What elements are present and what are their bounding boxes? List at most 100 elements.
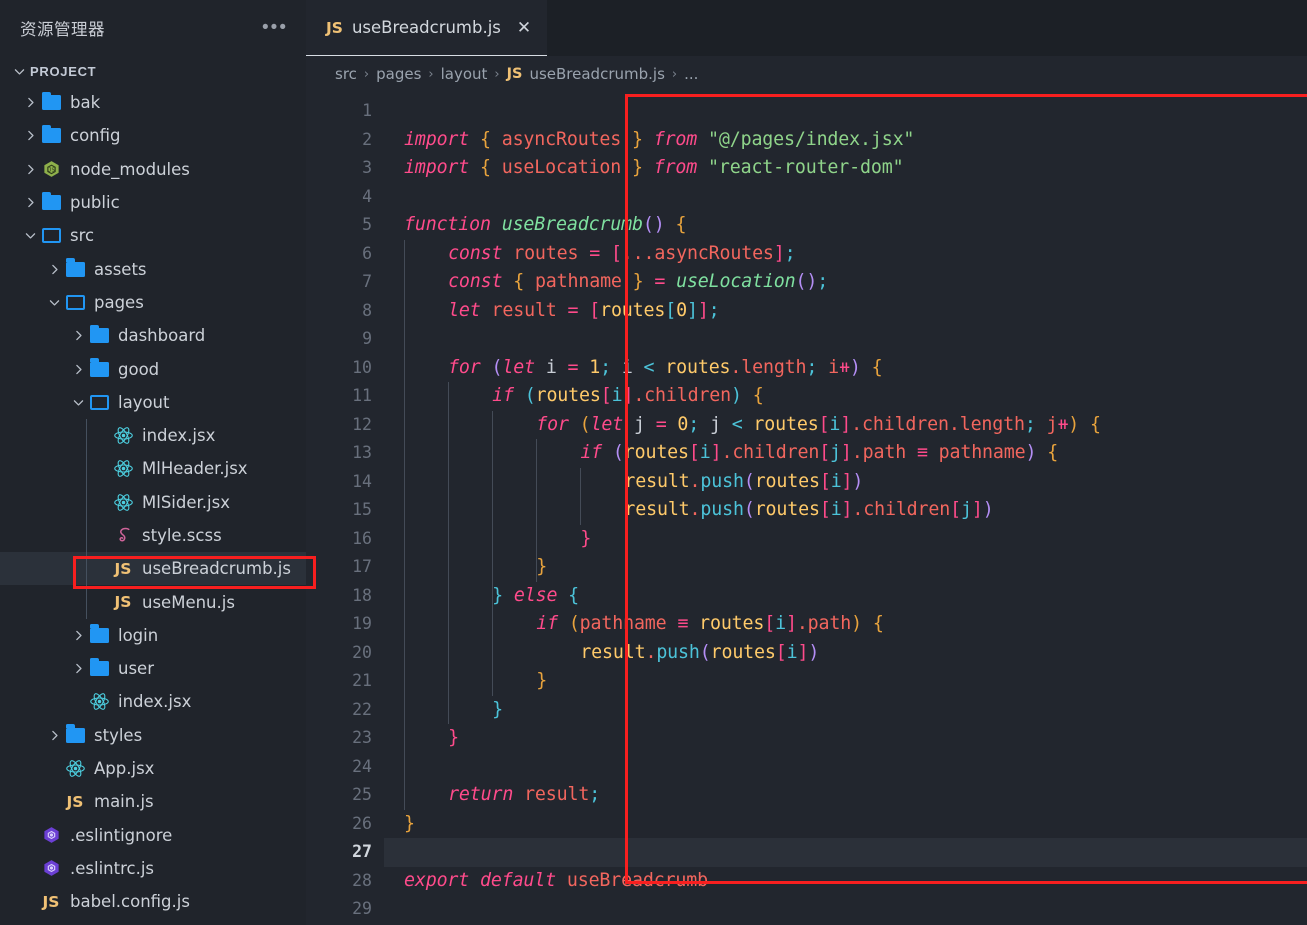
tree-item-style-scss[interactable]: style.scss: [0, 519, 306, 552]
tree-item-label: src: [70, 226, 95, 246]
file-tree: bak config JS node_modules public src assets pa…: [0, 86, 306, 925]
react-icon: [113, 460, 133, 478]
tree-item-node-modules[interactable]: JS node_modules: [0, 153, 306, 186]
code-line[interactable]: }: [404, 810, 415, 839]
breadcrumb-item-src[interactable]: src: [335, 65, 357, 83]
code-line[interactable]: }: [492, 696, 503, 725]
tree-item-layout[interactable]: layout: [0, 386, 306, 419]
chevron-right-icon[interactable]: [20, 96, 40, 109]
code-line[interactable]: function useBreadcrumb() {: [404, 211, 686, 240]
node-modules-icon: JS: [40, 158, 62, 180]
breadcrumb-item-pages[interactable]: pages: [376, 65, 421, 83]
line-number: 6: [362, 243, 372, 263]
chevron-right-icon[interactable]: [68, 662, 88, 675]
tree-item-index-jsx[interactable]: index.jsx: [0, 685, 306, 718]
line-number: 14: [352, 471, 372, 491]
js-file-icon: JS: [326, 18, 343, 37]
code-content[interactable]: import { asyncRoutes } from "@/pages/ind…: [384, 92, 1307, 925]
tree-item-label: main.js: [94, 792, 154, 812]
tree-item-mlheader-jsx[interactable]: MlHeader.jsx: [0, 452, 306, 485]
chevron-down-icon[interactable]: [44, 296, 64, 309]
code-line[interactable]: return result;: [448, 781, 600, 810]
tree-item-app-jsx[interactable]: App.jsx: [0, 752, 306, 785]
line-number: 8: [362, 300, 372, 320]
eslint-icon: [43, 827, 59, 844]
eslint-icon: [40, 824, 62, 846]
tree-item-config[interactable]: config: [0, 119, 306, 152]
code-line[interactable]: if (routes[i].children) {: [492, 382, 764, 411]
tree-item-babel-config-js[interactable]: JS babel.config.js: [0, 885, 306, 918]
code-line[interactable]: for (let j = 0; j < routes[i].children.l…: [536, 411, 1101, 440]
tree-item-pages[interactable]: pages: [0, 286, 306, 319]
code-line[interactable]: }: [448, 724, 459, 753]
chevron-right-icon[interactable]: [20, 129, 40, 142]
tree-item-mlsider-jsx[interactable]: MlSider.jsx: [0, 486, 306, 519]
chevron-down-icon[interactable]: [20, 229, 40, 242]
tree-item-label: dashboard: [118, 326, 206, 346]
chevron-right-icon[interactable]: [44, 263, 64, 276]
tree-item-good[interactable]: good: [0, 352, 306, 385]
js-icon: JS: [112, 558, 134, 580]
tree-item-label: .eslintignore: [70, 825, 173, 845]
tree-item-usemenu-js[interactable]: JS useMenu.js: [0, 585, 306, 618]
code-line[interactable]: export default useBreadcrumb: [404, 867, 708, 896]
code-line[interactable]: result.push(routes[i].children[j]): [624, 496, 993, 525]
react-icon: [88, 691, 110, 713]
chevron-right-icon[interactable]: [20, 196, 40, 209]
breadcrumb-item-layout[interactable]: layout: [441, 65, 488, 83]
code-line[interactable]: result.push(routes[i]): [580, 639, 819, 668]
code-line[interactable]: for (let i = 1; i < routes.length; i⧺) {: [448, 354, 882, 383]
breadcrumb-item-file[interactable]: useBreadcrumb.js: [529, 65, 664, 83]
breadcrumb-overflow[interactable]: ...: [684, 65, 698, 83]
code-editor[interactable]: 1 2 3 4 5 6 7 8 9 10 11 12 13 14 15 16 17 18 19 20 21 22 23 24 2…: [306, 92, 1307, 925]
tree-item-bak[interactable]: bak: [0, 86, 306, 119]
line-number: 15: [352, 500, 372, 519]
tree-item-styles[interactable]: styles: [0, 719, 306, 752]
code-line[interactable]: const routes = [...asyncRoutes];: [448, 240, 796, 269]
explorer-header: 资源管理器 •••: [0, 0, 306, 56]
chevron-right-icon[interactable]: [68, 329, 88, 342]
tree-indent-guide: [86, 419, 87, 619]
chevron-right-icon[interactable]: [44, 729, 64, 742]
tree-item--eslintrc-js[interactable]: .eslintrc.js: [0, 852, 306, 885]
code-line[interactable]: }: [536, 553, 547, 582]
close-icon[interactable]: ✕: [517, 19, 531, 36]
chevron-right-icon[interactable]: [68, 629, 88, 642]
tree-item-index-jsx[interactable]: index.jsx: [0, 419, 306, 452]
code-line[interactable]: }: [580, 525, 591, 554]
chevron-right-icon: ›: [494, 66, 500, 82]
tree-item-public[interactable]: public: [0, 186, 306, 219]
project-section-header[interactable]: PROJECT: [0, 56, 306, 86]
tree-item-label: styles: [94, 725, 143, 745]
tab-usebreadcrumb-js[interactable]: JS useBreadcrumb.js ✕: [306, 0, 548, 56]
tree-item-login[interactable]: login: [0, 619, 306, 652]
code-line[interactable]: result.push(routes[i]): [624, 468, 863, 497]
tree-item-label: pages: [94, 292, 144, 312]
code-line[interactable]: import { asyncRoutes } from "@/pages/ind…: [404, 126, 914, 155]
tree-item--eslintignore[interactable]: .eslintignore: [0, 819, 306, 852]
code-line[interactable]: const { pathname } = useLocation();: [448, 268, 828, 297]
tree-item-user[interactable]: user: [0, 652, 306, 685]
folder-icon: [88, 657, 110, 680]
code-line[interactable]: import { useLocation } from "react-route…: [404, 154, 904, 183]
code-line[interactable]: if (routes[i].children[j].path ≡ pathnam…: [580, 439, 1058, 468]
tree-item-label: good: [118, 359, 160, 379]
react-icon: [65, 760, 85, 777]
tree-item-src[interactable]: src: [0, 219, 306, 252]
eslint-icon: [43, 860, 59, 877]
chevron-right-icon[interactable]: [20, 163, 40, 176]
tree-item-dashboard[interactable]: dashboard: [0, 319, 306, 352]
more-actions-icon[interactable]: •••: [262, 18, 288, 37]
tree-item-assets[interactable]: assets: [0, 252, 306, 285]
folder-open-icon: [65, 294, 85, 310]
project-section-label: PROJECT: [30, 63, 97, 79]
code-line[interactable]: if (pathname ≡ routes[i].path) {: [536, 610, 884, 639]
tree-item-usebreadcrumb-js[interactable]: JS useBreadcrumb.js: [0, 552, 306, 586]
tree-item-main-js[interactable]: JS main.js: [0, 785, 306, 818]
chevron-down-icon[interactable]: [68, 396, 88, 409]
folder-icon: [88, 624, 110, 646]
code-line[interactable]: } else {: [492, 582, 579, 611]
code-line[interactable]: }: [536, 667, 547, 696]
code-line[interactable]: let result = [routes[0]];: [448, 297, 720, 326]
chevron-right-icon[interactable]: [68, 363, 88, 376]
